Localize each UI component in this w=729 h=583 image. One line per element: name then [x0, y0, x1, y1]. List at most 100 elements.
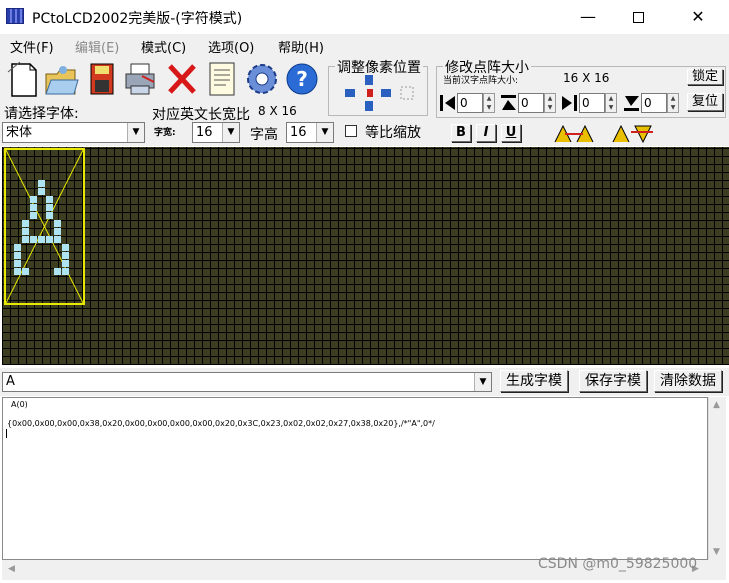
- lit-pixel[interactable]: [62, 252, 69, 259]
- bottom-edge-icon: [624, 96, 639, 111]
- spinner-bottom[interactable]: 0: [641, 93, 667, 113]
- lit-pixel[interactable]: [54, 228, 61, 235]
- output-textarea[interactable]: A(0) {0x00,0x00,0x00,0x38,0x20,0x00,0x00…: [2, 397, 708, 560]
- pixel-grid[interactable]: [2, 147, 729, 365]
- char-height-select[interactable]: 16 ▼: [286, 122, 334, 143]
- font-select-value: 宋体: [6, 125, 33, 140]
- spinner-top-arrows[interactable]: ▲ ▼: [544, 93, 556, 113]
- menu-options[interactable]: 选项(O): [208, 37, 254, 56]
- text-cursor: [6, 429, 7, 438]
- lit-pixel[interactable]: [22, 220, 29, 227]
- title-bar: PCtoLCD2002完美版-(字符模式) — ✕: [0, 0, 729, 34]
- svg-text:?: ?: [296, 67, 308, 91]
- lit-pixel[interactable]: [30, 204, 37, 211]
- italic-button[interactable]: I: [476, 124, 496, 142]
- vertical-scrollbar[interactable]: ▲ ▼: [708, 397, 726, 560]
- lit-pixel[interactable]: [22, 228, 29, 235]
- lit-pixel[interactable]: [46, 212, 53, 219]
- settings-gear-icon[interactable]: [244, 60, 280, 98]
- pixel-adjust-group: 调整像素位置: [328, 57, 428, 116]
- lit-pixel[interactable]: [54, 236, 61, 243]
- restore-button[interactable]: 复位: [687, 93, 723, 111]
- lit-pixel[interactable]: [38, 236, 45, 243]
- lit-pixel[interactable]: [30, 196, 37, 203]
- open-folder-icon[interactable]: [43, 60, 79, 98]
- chevron-down-icon[interactable]: ▼: [474, 373, 491, 391]
- lit-pixel[interactable]: [62, 260, 69, 267]
- spinner-left[interactable]: 0: [457, 93, 483, 113]
- close-button[interactable]: ✕: [675, 0, 721, 34]
- underline-button[interactable]: U: [501, 124, 521, 142]
- spinner-top[interactable]: 0: [518, 93, 544, 113]
- lit-pixel[interactable]: [62, 244, 69, 251]
- char-width-select[interactable]: 16 ▼: [192, 122, 240, 143]
- char-height-value: 16: [290, 125, 307, 140]
- lit-pixel[interactable]: [62, 268, 69, 275]
- char-input-value: A: [6, 374, 15, 389]
- help-icon[interactable]: ?: [284, 60, 320, 98]
- chevron-down-icon[interactable]: ▼: [127, 123, 144, 142]
- lit-pixel[interactable]: [46, 204, 53, 211]
- lit-pixel[interactable]: [22, 236, 29, 243]
- flip-icon[interactable]: [611, 122, 657, 144]
- scroll-down-icon[interactable]: ▼: [713, 547, 720, 557]
- chevron-down-icon[interactable]: ▼: [316, 123, 333, 142]
- maximize-icon: [632, 12, 644, 23]
- lit-pixel[interactable]: [54, 268, 61, 275]
- char-height-label: 字高: [250, 127, 278, 143]
- spinner-right[interactable]: 0: [579, 93, 605, 113]
- toolbar: ? 调整像素位置 修改点阵大小 当前汉字点阵大小: 16 X 16 锁定 复位 …: [0, 56, 729, 146]
- save-disk-icon[interactable]: [84, 60, 120, 98]
- menu-mode[interactable]: 模式(C): [141, 37, 186, 56]
- output-line-header: A(0): [11, 400, 28, 409]
- lit-pixel[interactable]: [30, 212, 37, 219]
- minimize-button[interactable]: —: [565, 0, 611, 34]
- window-title: PCtoLCD2002完美版-(字符模式): [32, 11, 243, 27]
- maximize-button[interactable]: [615, 0, 661, 34]
- spinner-right-arrows[interactable]: ▲ ▼: [605, 93, 617, 113]
- top-edge-icon: [501, 95, 516, 110]
- lock-button[interactable]: 锁定: [687, 69, 723, 85]
- menu-file[interactable]: 文件(F): [10, 37, 54, 56]
- lit-pixel[interactable]: [38, 188, 45, 195]
- bold-button[interactable]: B: [451, 124, 471, 142]
- dot-matrix-canvas[interactable]: [2, 147, 729, 365]
- generate-button[interactable]: 生成字模: [500, 370, 568, 392]
- spinner-left-arrows[interactable]: ▲ ▼: [483, 93, 495, 113]
- save-font-button[interactable]: 保存字模: [579, 370, 647, 392]
- output-line-data: {0x00,0x00,0x00,0x38,0x20,0x00,0x00,0x00…: [7, 419, 435, 428]
- new-file-icon[interactable]: [6, 60, 42, 98]
- char-width-value: 16: [196, 125, 213, 140]
- lit-pixel[interactable]: [14, 260, 21, 267]
- scale-checkbox[interactable]: [345, 125, 357, 137]
- print-icon[interactable]: [122, 60, 158, 98]
- rotate-icon[interactable]: [553, 122, 599, 144]
- char-width-label: 字宽:: [154, 128, 176, 138]
- lit-pixel[interactable]: [46, 196, 53, 203]
- delete-icon[interactable]: [164, 60, 200, 98]
- lit-pixel[interactable]: [54, 220, 61, 227]
- menu-edit[interactable]: 编辑(E): [75, 37, 119, 56]
- app-icon: [6, 8, 24, 24]
- scale-label: 等比缩放: [365, 125, 421, 141]
- menu-help[interactable]: 帮助(H): [278, 37, 324, 56]
- char-input[interactable]: A ▼: [2, 372, 492, 392]
- document-icon[interactable]: [204, 60, 240, 98]
- lit-pixel[interactable]: [14, 244, 21, 251]
- scroll-left-icon[interactable]: ◀: [8, 564, 15, 574]
- pixel-shift-arrows-icon[interactable]: [341, 73, 421, 113]
- clear-button[interactable]: 清除数据: [654, 370, 722, 392]
- font-select[interactable]: 宋体 ▼: [2, 122, 145, 143]
- lit-pixel[interactable]: [38, 180, 45, 187]
- char-frame: [4, 148, 85, 305]
- spinner-bottom-arrows[interactable]: ▲ ▼: [667, 93, 679, 113]
- current-size-value: 16 X 16: [563, 71, 610, 85]
- chevron-down-icon[interactable]: ▼: [222, 123, 239, 142]
- lit-pixel[interactable]: [22, 268, 29, 275]
- lit-pixel[interactable]: [14, 252, 21, 259]
- lit-pixel[interactable]: [46, 236, 53, 243]
- lit-pixel[interactable]: [14, 268, 21, 275]
- lit-pixel[interactable]: [30, 236, 37, 243]
- ratio-value: 8 X 16: [258, 104, 297, 118]
- scroll-up-icon[interactable]: ▲: [713, 400, 720, 410]
